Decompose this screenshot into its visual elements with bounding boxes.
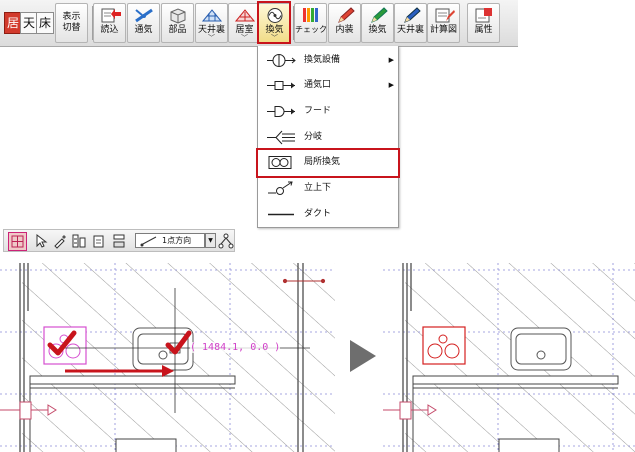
cabinet — [115, 438, 177, 452]
menu-item-label: フード — [304, 106, 332, 116]
input-mode-dropdown[interactable]: ▼ — [205, 233, 216, 248]
riser-icon — [266, 180, 296, 197]
sink — [510, 327, 572, 371]
submenu-arrow-icon: ▶ — [388, 56, 394, 64]
attribute-button[interactable]: 属性 — [467, 3, 500, 43]
chevron-down-icon: ﹀ — [241, 34, 248, 42]
ceiling-check-label: 天井裏 — [396, 25, 424, 35]
check-label: チェック — [295, 25, 327, 34]
attribute-icon — [468, 7, 499, 24]
display-toggle-button[interactable]: 表示 切替 — [55, 3, 88, 43]
display-toggle-line1: 表示 — [62, 12, 81, 22]
measure-icon[interactable] — [71, 233, 87, 249]
eyedropper-icon[interactable] — [52, 233, 68, 249]
route-icon[interactable] — [218, 233, 234, 249]
ventilation-menu: 換気設備 ▶ 通気口 ▶ フード 分岐 局所換気 立上下 ダクト — [257, 46, 399, 228]
align-icon[interactable] — [111, 233, 127, 249]
input-mode-label: 1点方向 — [162, 236, 192, 245]
ceiling-cavity-icon — [196, 7, 227, 24]
ventilation-icon — [128, 7, 159, 24]
living-room-icon — [229, 7, 260, 24]
menu-item-label: 立上下 — [304, 183, 332, 193]
menu-item-vent-opening[interactable]: 通気口 ▶ — [258, 73, 398, 98]
branch-icon — [266, 129, 296, 146]
interior-button[interactable]: 内装 — [328, 3, 361, 43]
drawing-canvas-before[interactable] — [0, 263, 335, 452]
interior-icon — [329, 7, 360, 24]
copy-icon[interactable] — [91, 233, 107, 249]
counter-top — [412, 375, 619, 385]
menu-item-label: ダクト — [304, 209, 332, 219]
input-mode-select[interactable]: 1点方向 — [135, 233, 205, 248]
calc-diagram-button[interactable]: 計算図 — [427, 3, 460, 43]
view-floor-button[interactable]: 床 — [36, 12, 54, 34]
menu-item-label: 換気設備 — [304, 55, 341, 65]
menu-item-ventilation-equipment[interactable]: 換気設備 ▶ — [258, 48, 398, 73]
hood-icon — [266, 103, 296, 120]
dropdown-arrow-icon: ▼ — [208, 237, 213, 244]
grid-snap-icon[interactable] — [8, 232, 27, 251]
chevron-down-icon: ﹀ — [208, 34, 215, 42]
local-ventilation-placed — [422, 326, 466, 365]
vent-opening-icon — [266, 77, 296, 94]
duct-icon — [266, 206, 296, 223]
direction-line-icon — [140, 236, 157, 247]
parts-button[interactable]: 部品 — [161, 3, 194, 43]
import-icon — [94, 7, 125, 24]
step-arrow-icon — [349, 339, 377, 377]
calc-diagram-icon — [428, 7, 459, 24]
coordinate-readout: ( 1484.1, 0.0 ) — [190, 342, 281, 353]
ventilation-check-label: 換気 — [368, 25, 387, 35]
menu-item-hood[interactable]: フード — [258, 99, 398, 124]
menu-item-label: 分岐 — [304, 132, 323, 142]
ceiling-pencil-icon — [395, 7, 426, 24]
ventilation-equipment-icon — [266, 52, 296, 69]
ventilation-pencil-icon — [362, 7, 393, 24]
parts-label: 部品 — [168, 25, 187, 35]
ventilation-check-button[interactable]: 換気 — [361, 3, 394, 43]
cabinet — [498, 438, 560, 452]
ceiling-check-button[interactable]: 天井裏 — [394, 3, 427, 43]
import-button[interactable]: 読込 — [93, 3, 126, 43]
parts-icon — [162, 7, 193, 24]
menu-item-label: 通気口 — [304, 80, 332, 90]
counter-top — [29, 375, 236, 385]
ventilation-button[interactable]: 通気 — [127, 3, 160, 43]
submenu-arrow-icon: ▶ — [388, 81, 394, 89]
input-mode-toolbar: 1点方向 ▼ — [3, 229, 235, 252]
local-ventilation-highlight — [256, 148, 400, 178]
exhaust-button-highlight — [257, 1, 291, 44]
pointer-icon[interactable] — [33, 233, 49, 249]
menu-item-duct[interactable]: ダクト — [258, 202, 398, 227]
display-toggle-line2: 切替 — [62, 23, 81, 33]
check-button[interactable]: チェック — [294, 3, 327, 43]
ceiling-cavity-button[interactable]: 天井裏 ﹀ — [195, 3, 228, 43]
menu-item-riser[interactable]: 立上下 — [258, 176, 398, 201]
attribute-label: 属性 — [474, 25, 493, 35]
interior-label: 内装 — [335, 25, 354, 35]
drawing-canvas-after[interactable] — [383, 263, 635, 452]
sink — [132, 327, 194, 371]
import-label: 読込 — [100, 25, 119, 35]
ventilation-label: 通気 — [134, 25, 153, 35]
calc-diagram-label: 計算図 — [429, 25, 457, 35]
menu-item-branch[interactable]: 分岐 — [258, 125, 398, 150]
check-icon — [295, 7, 326, 24]
